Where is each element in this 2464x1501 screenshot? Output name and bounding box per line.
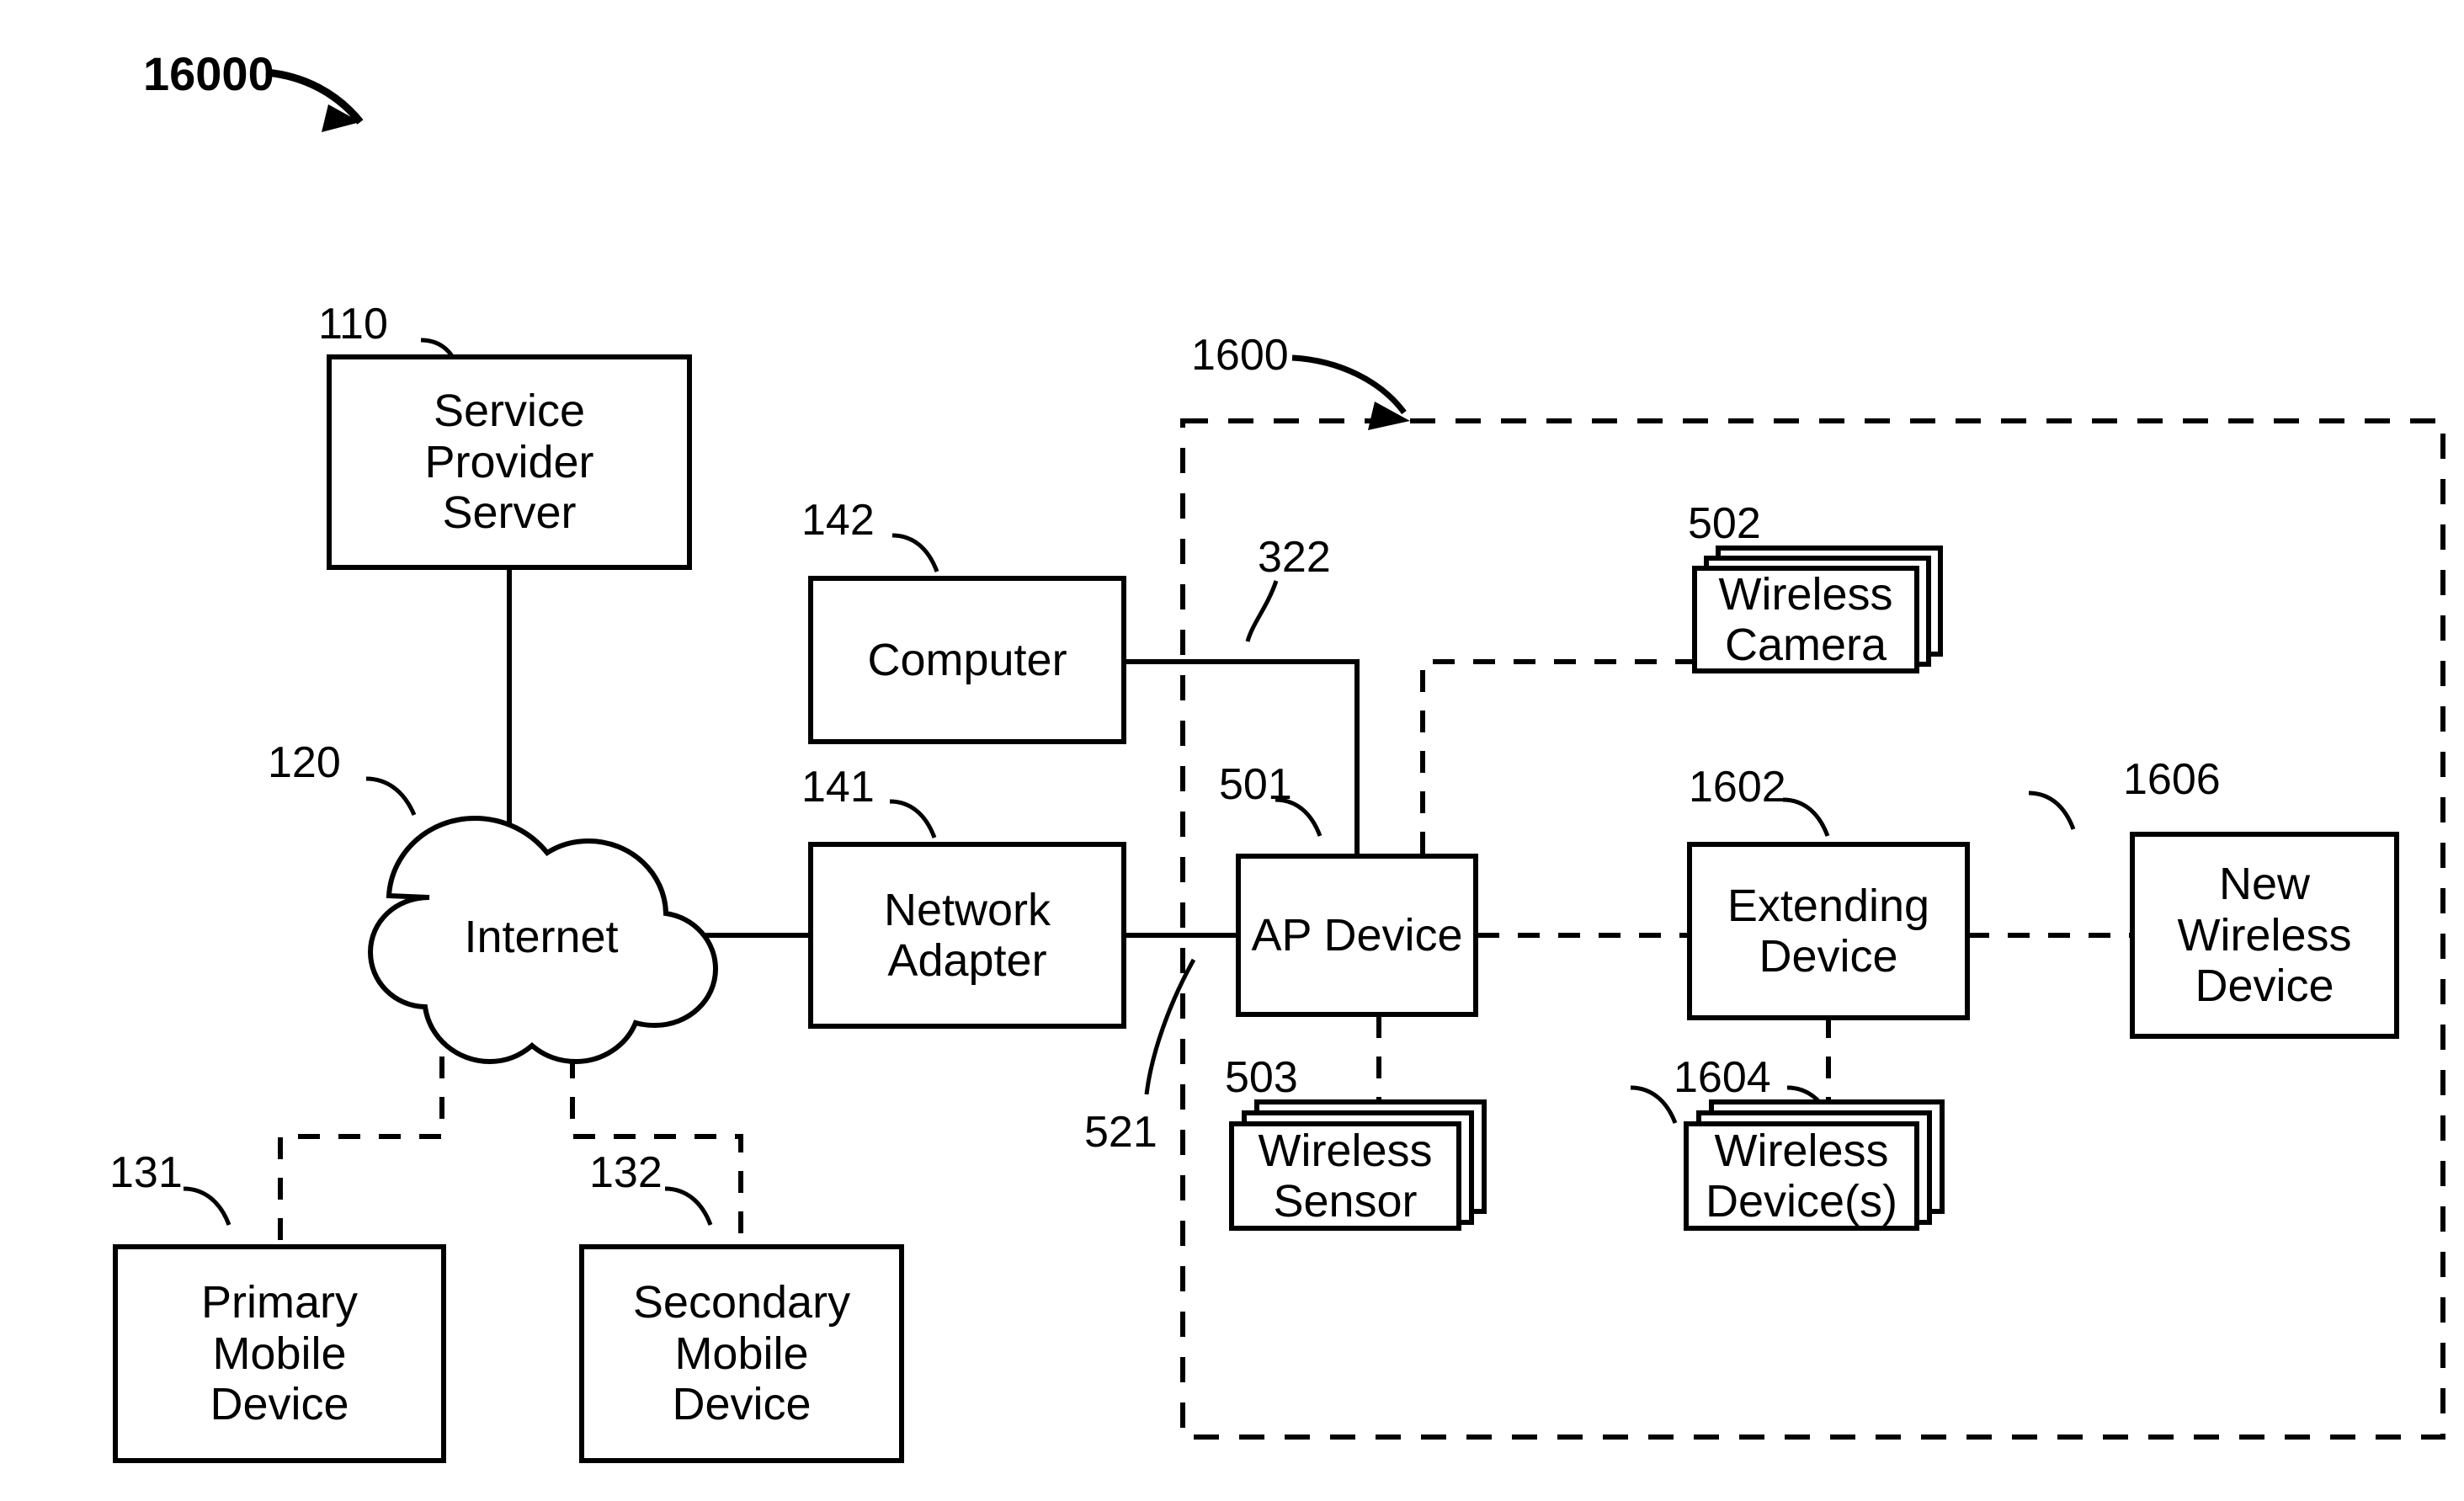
patent-figure: 16000 1600 Service Provider Server 110 I…	[0, 0, 2464, 1501]
ref-1604: 1604	[1674, 1053, 1771, 1102]
ref-521: 521	[1084, 1108, 1157, 1157]
node-service-provider-server[interactable]: Service Provider Server	[327, 354, 692, 570]
node-wireless-sensor-label: Wireless Sensor	[1258, 1125, 1433, 1227]
ref-141: 141	[801, 763, 875, 812]
node-extending-device[interactable]: Extending Device	[1687, 842, 1970, 1020]
wireless-camera-stack-layer-1: Wireless Camera	[1692, 566, 1919, 673]
leader-521	[1144, 958, 1196, 1095]
wireless-sensor-stack-layer-1: Wireless Sensor	[1229, 1121, 1461, 1231]
ref-322: 322	[1258, 533, 1331, 582]
leader-131	[183, 1186, 231, 1226]
leader-503	[1630, 1085, 1678, 1124]
node-secondary-mobile-device-label: Secondary Mobile Device	[632, 1277, 851, 1430]
ref-110: 110	[318, 300, 388, 349]
ref-142: 142	[801, 496, 875, 545]
leader-120	[365, 776, 417, 817]
node-wireless-sensor[interactable]: Wireless Sensor	[1229, 1099, 1487, 1231]
region-arrow-line	[1291, 354, 1407, 415]
leader-132	[664, 1186, 713, 1226]
ref-120: 120	[268, 738, 341, 787]
leader-322	[1245, 580, 1279, 642]
wireless-devices-stack-layer-1: Wireless Device(s)	[1684, 1121, 1919, 1231]
node-secondary-mobile-device[interactable]: Secondary Mobile Device	[579, 1244, 904, 1463]
region-arrow-head	[1368, 402, 1410, 430]
node-ap-device[interactable]: AP Device	[1236, 854, 1478, 1017]
node-new-wireless-device[interactable]: New Wireless Device	[2130, 832, 2399, 1039]
ref-1606: 1606	[2123, 755, 2221, 804]
ref-132: 132	[589, 1148, 663, 1197]
node-new-wireless-device-label: New Wireless Device	[2177, 859, 2352, 1012]
node-primary-mobile-device-label: Primary Mobile Device	[201, 1277, 358, 1430]
ref-503: 503	[1225, 1053, 1298, 1102]
node-primary-mobile-device[interactable]: Primary Mobile Device	[113, 1244, 446, 1463]
node-service-provider-server-label: Service Provider Server	[424, 386, 594, 539]
leader-142	[891, 533, 939, 572]
node-network-adapter-label: Network Adapter	[883, 884, 1051, 986]
ref-501: 501	[1219, 760, 1292, 809]
region-ref-label: 1600	[1191, 331, 1289, 380]
node-wireless-camera[interactable]: Wireless Camera	[1692, 546, 1943, 673]
leader-141	[889, 799, 937, 838]
link-ap-to-wireless-camera	[1420, 659, 1702, 854]
node-computer-label: Computer	[867, 634, 1067, 685]
node-ap-device-label: AP Device	[1251, 909, 1463, 961]
node-wireless-camera-label: Wireless Camera	[1718, 568, 1893, 670]
ref-502: 502	[1688, 499, 1761, 548]
ref-1602: 1602	[1689, 763, 1786, 812]
link-computer-to-ap	[1126, 659, 1360, 854]
node-internet-label: Internet	[464, 912, 619, 962]
node-wireless-devices-label: Wireless Device(s)	[1705, 1125, 1898, 1227]
ref-131: 131	[109, 1148, 183, 1197]
leader-1602	[1782, 797, 1830, 837]
node-extending-device-label: Extending Device	[1727, 880, 1930, 982]
node-network-adapter[interactable]: Network Adapter	[808, 842, 1126, 1029]
node-wireless-devices[interactable]: Wireless Device(s)	[1684, 1099, 1945, 1231]
figure-id-label: 16000	[143, 47, 274, 100]
leader-1606	[2028, 790, 2076, 830]
link-internet-to-primary-mobile	[278, 1057, 444, 1246]
node-computer[interactable]: Computer	[808, 576, 1126, 744]
